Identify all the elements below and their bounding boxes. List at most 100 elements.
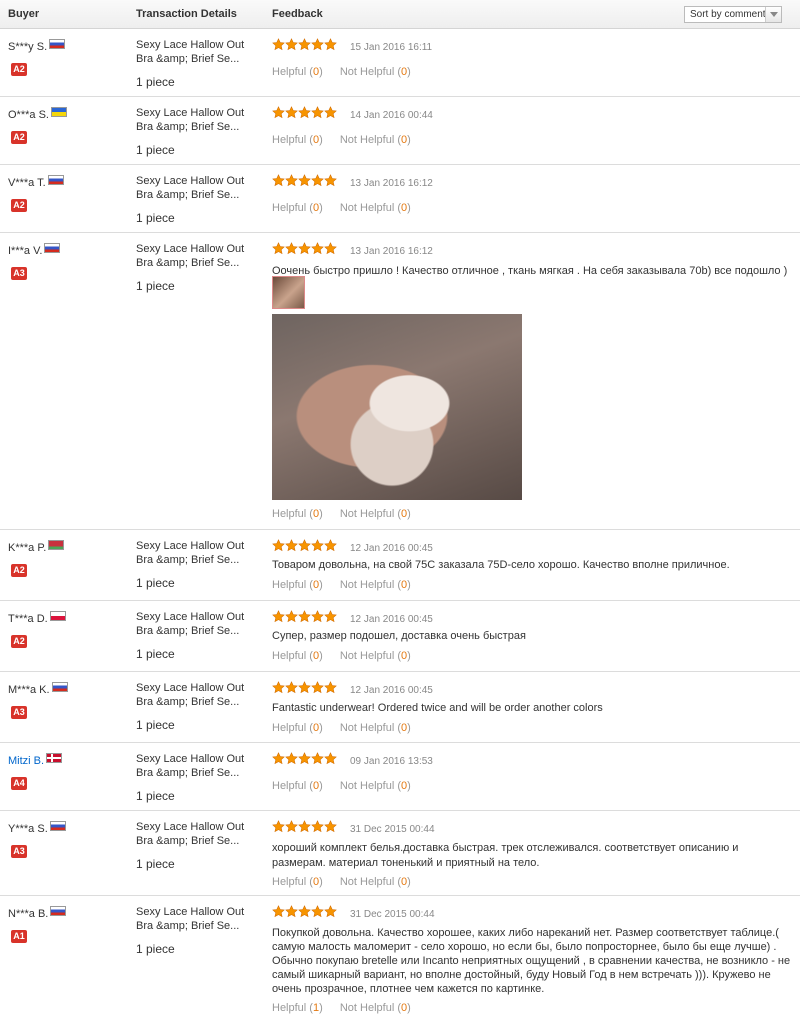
star-icon: [324, 174, 337, 187]
not-helpful-button[interactable]: Not Helpful (0): [340, 1002, 411, 1014]
buyer-name: I***a V.: [8, 243, 61, 257]
country-flag-icon: [48, 540, 65, 550]
star-icon: [285, 539, 298, 552]
product-link[interactable]: Sexy Lace Hallow Out Bra &amp; Brief Se.…: [136, 106, 261, 134]
helpful-count: 1: [312, 1002, 320, 1014]
review-text: Покупкой довольна. Качество хорошее, как…: [272, 927, 791, 995]
star-rating: [272, 242, 337, 256]
not-helpful-label: Not Helpful: [339, 722, 395, 734]
buyer-name[interactable]: Mitzi B.: [8, 753, 63, 767]
buyer-level-badge: A2: [11, 635, 27, 648]
not-helpful-button[interactable]: Not Helpful (0): [340, 134, 411, 146]
helpful-votes: Helpful (0) Not Helpful (0): [272, 66, 411, 78]
helpful-button[interactable]: Helpful (0): [272, 508, 323, 520]
quantity: 1 piece: [136, 942, 175, 956]
star-icon: [298, 539, 311, 552]
star-icon: [324, 752, 337, 765]
buyer-level-badge: A2: [11, 564, 27, 577]
product-link[interactable]: Sexy Lace Hallow Out Bra &amp; Brief Se.…: [136, 174, 261, 202]
not-helpful-button[interactable]: Not Helpful (0): [340, 579, 411, 591]
star-icon: [311, 539, 324, 552]
helpful-button[interactable]: Helpful (0): [272, 650, 323, 662]
quantity: 1 piece: [136, 279, 175, 293]
country-flag-icon: [49, 821, 66, 831]
buyer-level-badge: A3: [11, 845, 27, 858]
product-link[interactable]: Sexy Lace Hallow Out Bra &amp; Brief Se.…: [136, 610, 261, 638]
buyer-column-header: Buyer: [8, 8, 40, 20]
star-icon: [272, 610, 285, 623]
buyer-name: K***a P.: [8, 540, 65, 554]
helpful-votes: Helpful (0) Not Helpful (0): [272, 134, 411, 146]
helpful-button[interactable]: Helpful (0): [272, 134, 323, 146]
star-icon: [311, 242, 324, 255]
product-link[interactable]: Sexy Lace Hallow Out Bra &amp; Brief Se.…: [136, 905, 261, 933]
helpful-button[interactable]: Helpful (1): [272, 1002, 323, 1014]
not-helpful-button[interactable]: Not Helpful (0): [340, 202, 411, 214]
helpful-count: 0: [312, 722, 320, 734]
star-icon: [324, 106, 337, 119]
sort-dropdown[interactable]: Sort by comment: [684, 6, 782, 23]
buyer-name-text: Y***a S.: [8, 823, 48, 835]
not-helpful-button[interactable]: Not Helpful (0): [340, 876, 411, 888]
not-helpful-label: Not Helpful: [339, 66, 395, 78]
buyer-name-text: S***y S.: [8, 41, 48, 53]
not-helpful-count: 0: [401, 66, 408, 78]
buyer-name-text: M***a K.: [8, 684, 50, 696]
product-link[interactable]: Sexy Lace Hallow Out Bra &amp; Brief Se.…: [136, 681, 261, 709]
country-flag-icon: [44, 243, 61, 253]
not-helpful-button[interactable]: Not Helpful (0): [340, 508, 411, 520]
helpful-votes: Helpful (0) Not Helpful (0): [272, 650, 411, 662]
helpful-label: Helpful: [272, 66, 307, 78]
helpful-button[interactable]: Helpful (0): [272, 202, 323, 214]
not-helpful-count: 0: [401, 134, 408, 146]
sort-dropdown-value: Sort by comment: [690, 9, 766, 20]
helpful-label: Helpful: [272, 202, 307, 214]
star-icon: [311, 905, 324, 918]
helpful-button[interactable]: Helpful (0): [272, 66, 323, 78]
helpful-label: Helpful: [272, 579, 307, 591]
helpful-button[interactable]: Helpful (0): [272, 780, 323, 792]
not-helpful-label: Not Helpful: [339, 780, 395, 792]
review-photo-thumbnail[interactable]: [272, 276, 305, 309]
not-helpful-count: 0: [401, 722, 408, 734]
star-icon: [311, 174, 324, 187]
helpful-votes: Helpful (0) Not Helpful (0): [272, 722, 411, 734]
review-row: V***a T. A2 Sexy Lace Hallow Out Bra &am…: [0, 165, 800, 233]
star-icon: [298, 106, 311, 119]
quantity: 1 piece: [136, 576, 175, 590]
helpful-button[interactable]: Helpful (0): [272, 722, 323, 734]
not-helpful-button[interactable]: Not Helpful (0): [340, 650, 411, 662]
helpful-label: Helpful: [272, 1002, 307, 1014]
buyer-name: N***a B.: [8, 906, 67, 920]
not-helpful-button[interactable]: Not Helpful (0): [340, 780, 411, 792]
not-helpful-count: 0: [401, 876, 408, 888]
product-link[interactable]: Sexy Lace Hallow Out Bra &amp; Brief Se.…: [136, 820, 261, 848]
helpful-votes: Helpful (1) Not Helpful (0): [272, 1002, 411, 1014]
helpful-count: 0: [312, 780, 320, 792]
product-link[interactable]: Sexy Lace Hallow Out Bra &amp; Brief Se.…: [136, 38, 261, 66]
star-icon: [298, 681, 311, 694]
product-link[interactable]: Sexy Lace Hallow Out Bra &amp; Brief Se.…: [136, 539, 261, 567]
buyer-name: S***y S.: [8, 39, 66, 53]
star-icon: [324, 38, 337, 51]
review-text: Супер, размер подошел, доставка очень бы…: [272, 630, 526, 642]
not-helpful-button[interactable]: Not Helpful (0): [340, 722, 411, 734]
product-link[interactable]: Sexy Lace Hallow Out Bra &amp; Brief Se.…: [136, 242, 261, 270]
buyer-name-text: Mitzi B.: [8, 755, 45, 767]
buyer-level-badge: A2: [11, 63, 27, 76]
star-rating: [272, 752, 337, 766]
review-row: Mitzi B. A4 Sexy Lace Hallow Out Bra &am…: [0, 743, 800, 811]
chevron-down-icon[interactable]: [765, 7, 781, 22]
review-photo[interactable]: [272, 314, 522, 500]
not-helpful-button[interactable]: Not Helpful (0): [340, 66, 411, 78]
star-icon: [272, 38, 285, 51]
star-icon: [272, 752, 285, 765]
star-icon: [324, 905, 337, 918]
helpful-button[interactable]: Helpful (0): [272, 876, 323, 888]
star-icon: [285, 820, 298, 833]
helpful-button[interactable]: Helpful (0): [272, 579, 323, 591]
country-flag-icon: [50, 906, 67, 916]
review-date: 12 Jan 2016 00:45: [350, 614, 433, 625]
product-link[interactable]: Sexy Lace Hallow Out Bra &amp; Brief Se.…: [136, 752, 261, 780]
buyer-name: Y***a S.: [8, 821, 66, 835]
